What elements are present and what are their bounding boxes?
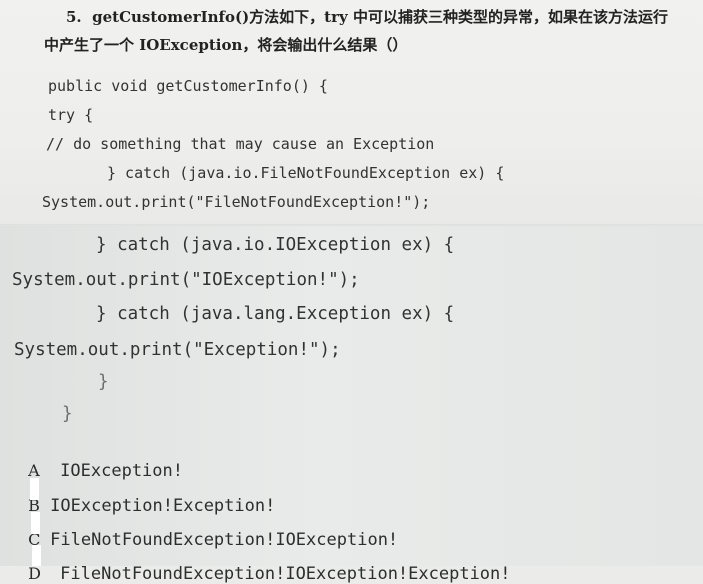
glare-mark-d [32, 545, 41, 566]
glare-mark-c [31, 512, 40, 534]
option-d-text: FileNotFoundException!IOException!Except… [60, 564, 511, 584]
option-a: A IOException! [18, 442, 183, 481]
code-line-2: try { [48, 106, 94, 124]
code-line-4: } catch (java.io.FileNotFoundException e… [107, 164, 505, 182]
code-line-9: System.out.print("Exception!"); [14, 340, 341, 360]
option-d-letter: D [28, 564, 41, 583]
code-line-3: // do something that may cause an Except… [46, 135, 435, 153]
code-line-7: System.out.print("IOException!"); [12, 270, 360, 290]
code-line-5: System.out.print("FileNotFoundException!… [42, 193, 431, 211]
code-line-6: } catch (java.io.IOException ex) { [96, 235, 455, 255]
code-line-11: } [62, 404, 73, 424]
glare-mark-b [30, 478, 39, 500]
photo-seam [0, 224, 703, 227]
option-d: D FileNotFoundException!IOException!Excep… [18, 545, 511, 584]
code-line-8: } catch (java.lang.Exception ex) { [96, 304, 455, 324]
question-line-2: 中产生了一个 IOException，将会输出什么结果（） [44, 36, 408, 54]
question-line-1: 5. getCustomerInfo()方法如下，try 中可以捕获三种类型的异… [66, 8, 668, 26]
code-line-10: } [98, 372, 109, 392]
code-line-1: public void getCustomerInfo() { [48, 77, 328, 95]
